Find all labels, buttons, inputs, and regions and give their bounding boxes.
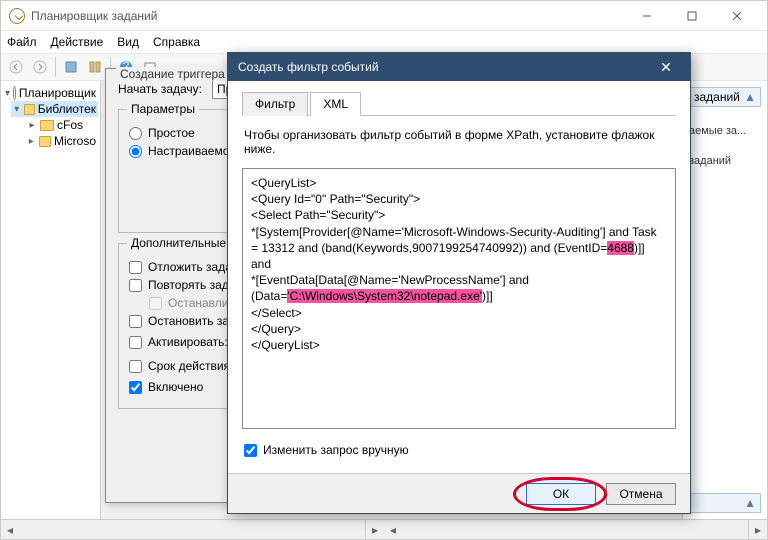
chevron-down-icon[interactable]: ▾	[13, 104, 21, 115]
folder-icon	[40, 120, 54, 131]
back-icon[interactable]	[5, 56, 27, 78]
highlight-process-path: 'C:\Windows\System32\notepad.exe'	[287, 289, 482, 303]
actions-header: заданий▲	[689, 87, 761, 107]
titlebar: Планировщик заданий	[1, 1, 767, 31]
dialog-title: Создание триггера	[116, 67, 229, 81]
tree-library[interactable]: ▾Библиотек	[11, 101, 98, 117]
check-expire[interactable]: Срок действия:	[129, 359, 233, 373]
toolbar-icon-2[interactable]	[84, 56, 106, 78]
menu-help[interactable]: Справка	[153, 35, 200, 49]
check-stop-sub: Останавли	[149, 296, 228, 310]
radio-simple[interactable]: Простое	[129, 126, 195, 140]
tree-root[interactable]: ▾Планировщик	[3, 85, 98, 101]
tab-filter[interactable]: Фильтр	[242, 92, 308, 116]
menubar: Файл Действие Вид Справка	[1, 31, 767, 53]
tab-xml[interactable]: XML	[310, 92, 361, 116]
check-activate[interactable]: Активировать:	[129, 335, 228, 349]
start-task-label: Начать задачу:	[118, 82, 202, 96]
window-title: Планировщик заданий	[31, 9, 624, 23]
close-icon[interactable]: ✕	[652, 59, 680, 76]
actions-pane: заданий▲ аемые за... заданий ▲	[682, 81, 767, 519]
actions-footer: ▲	[689, 493, 761, 513]
xml-query-box[interactable]: <QueryList> <Query Id="0" Path="Security…	[242, 168, 676, 429]
actions-row-2[interactable]: заданий	[689, 155, 761, 167]
folder-icon	[39, 136, 51, 147]
scroll-right-icon[interactable]: ▸	[366, 520, 384, 539]
ok-button[interactable]: ОК	[526, 483, 596, 505]
menu-action[interactable]: Действие	[51, 35, 104, 49]
scroll-left-icon[interactable]: ◂	[1, 520, 19, 539]
filter-dialog-footer: ОК Отмена	[228, 473, 690, 513]
statusbar: ◂ ▸ ◂ ▸	[1, 519, 767, 539]
collapse-icon[interactable]: ▲	[744, 90, 756, 104]
menu-file[interactable]: Файл	[7, 35, 37, 49]
chevron-down-icon[interactable]: ▾	[5, 88, 10, 99]
radio-custom[interactable]: Настраиваемое	[129, 144, 236, 158]
maximize-button[interactable]	[669, 2, 714, 30]
check-enabled[interactable]: Включено	[129, 380, 203, 394]
scheduler-icon	[13, 86, 16, 100]
scroll-right-icon[interactable]: ▸	[749, 520, 767, 539]
check-manual-edit[interactable]: Изменить запрос вручную	[244, 443, 674, 457]
cancel-button[interactable]: Отмена	[606, 483, 676, 505]
chevron-right-icon[interactable]: ▸	[27, 136, 36, 147]
xpath-hint: Чтобы организовать фильтр событий в форм…	[244, 128, 674, 156]
chevron-right-icon[interactable]: ▸	[27, 120, 37, 131]
menu-view[interactable]: Вид	[117, 35, 139, 49]
folder-icon	[24, 104, 35, 115]
highlight-event-id: 4688	[607, 241, 634, 255]
actions-row-1[interactable]: аемые за...	[689, 125, 761, 137]
tree-pane: ▾Планировщик ▾Библиотек ▸cFos ▸Microso	[1, 81, 101, 519]
event-filter-dialog: Создать фильтр событий ✕ Фильтр XML Чтоб…	[227, 52, 691, 514]
app-icon	[9, 8, 25, 24]
tree-item-microsoft[interactable]: ▸Microso	[25, 133, 98, 149]
scroll-left-icon[interactable]: ◂	[384, 520, 402, 539]
close-button[interactable]	[714, 2, 759, 30]
filter-dialog-title: Создать фильтр событий	[238, 60, 652, 74]
window-controls	[624, 2, 759, 30]
collapse-icon[interactable]: ▲	[744, 496, 756, 510]
toolbar-icon-1[interactable]	[60, 56, 82, 78]
minimize-button[interactable]	[624, 2, 669, 30]
filter-dialog-titlebar: Создать фильтр событий ✕	[228, 53, 690, 81]
filter-tabs: Фильтр XML	[242, 91, 676, 116]
params-group-label: Параметры	[127, 102, 199, 116]
tree-item-cfos[interactable]: ▸cFos	[25, 117, 98, 133]
forward-icon[interactable]	[29, 56, 51, 78]
